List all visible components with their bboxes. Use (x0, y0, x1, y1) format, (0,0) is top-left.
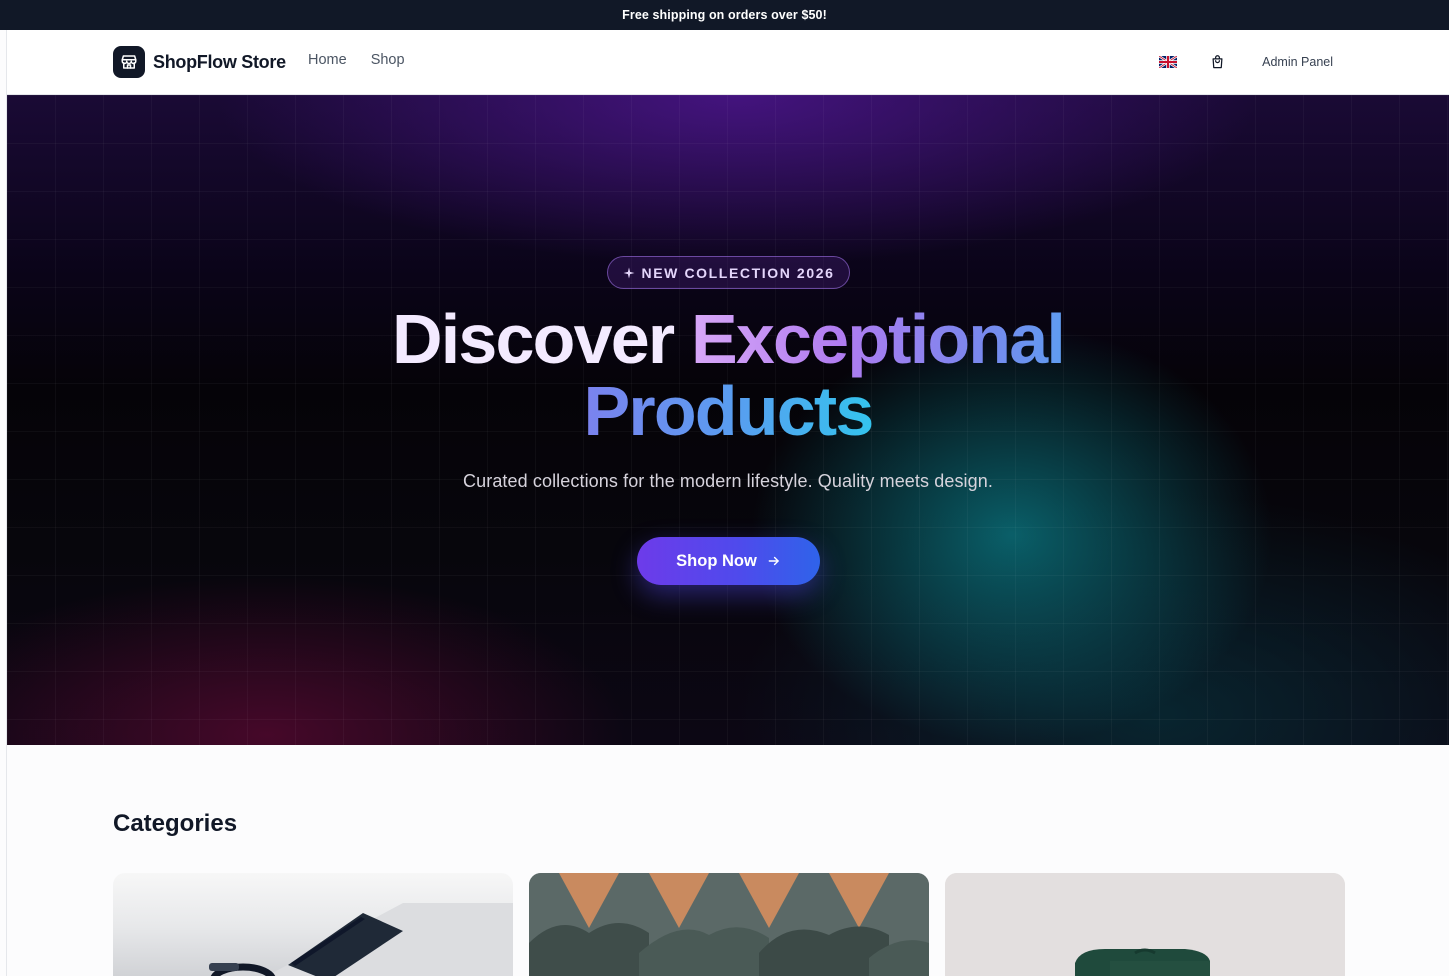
brand-link[interactable]: ShopFlow Store (113, 46, 286, 78)
page: Free shipping on orders over $50! ShopFl… (0, 0, 1449, 976)
hero-title: Discover Exceptional Products (7, 303, 1449, 447)
hero-title-word-1: Discover (391, 300, 675, 378)
uk-flag-icon (1159, 56, 1178, 68)
furniture-image (945, 873, 1345, 976)
language-switcher[interactable] (1158, 55, 1178, 69)
nav-shop[interactable]: Shop (371, 52, 405, 68)
categories-heading: Categories (113, 810, 238, 837)
hero-subtitle: Curated collections for the modern lifes… (463, 471, 993, 491)
category-card-accessories[interactable] (113, 873, 513, 976)
clothing-image (529, 873, 929, 976)
category-card-furniture[interactable] (945, 873, 1345, 976)
hero-title-word-3: Products (583, 372, 875, 450)
badge-text: NEW COLLECTION 2026 (641, 264, 835, 281)
shop-now-label: Shop Now (676, 551, 757, 570)
admin-panel-link[interactable]: Admin Panel (1262, 55, 1333, 69)
hero-title-word-2: Exceptional (690, 300, 1066, 378)
arrow-right-icon (768, 556, 779, 566)
new-collection-badge: NEW COLLECTION 2026 (607, 256, 850, 289)
nav-home[interactable]: Home (308, 52, 347, 68)
announcement-text: Free shipping on orders over $50! (622, 8, 827, 22)
header-actions: Admin Panel (1158, 48, 1333, 76)
accessories-image (209, 903, 513, 976)
category-card-clothing[interactable] (529, 873, 929, 976)
announcement-bar: Free shipping on orders over $50! (0, 0, 1449, 30)
hero-section: NEW COLLECTION 2026 Discover Exceptional… (7, 95, 1449, 745)
main-nav: Home Shop (308, 52, 405, 68)
sparkle-icon (623, 267, 634, 278)
cart-button[interactable] (1208, 53, 1226, 71)
shopping-bag-icon (1212, 55, 1223, 69)
store-icon (113, 46, 145, 78)
brand-name: ShopFlow Store (153, 51, 286, 72)
site-header: ShopFlow Store Home Shop Admin Panel (7, 30, 1449, 95)
shop-now-button[interactable]: Shop Now (637, 537, 820, 585)
